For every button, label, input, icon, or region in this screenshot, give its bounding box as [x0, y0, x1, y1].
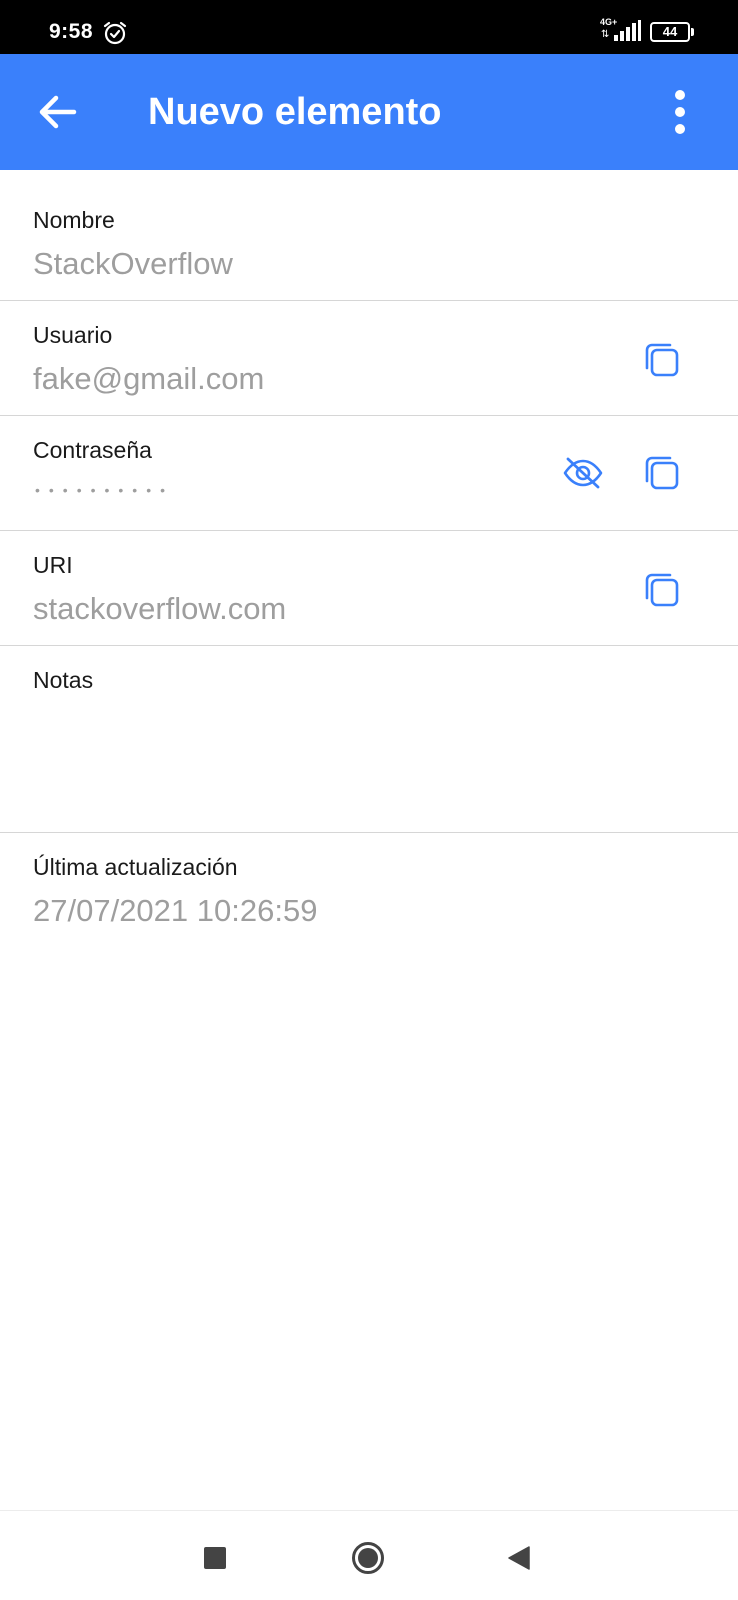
signal-icon: [614, 20, 641, 41]
more-vert-icon: [675, 90, 685, 134]
back-button[interactable]: [28, 82, 88, 142]
page-title: Nuevo elemento: [148, 91, 442, 133]
battery-level: 44: [662, 24, 678, 39]
field-contrasena[interactable]: Contraseña ••••••••••: [0, 416, 738, 531]
field-usuario[interactable]: Usuario fake@gmail.com: [0, 301, 738, 416]
copy-icon: [645, 343, 679, 377]
ultima-actualizacion-value: 27/07/2021 10:26:59: [33, 893, 318, 928]
ultima-actualizacion-label: Última actualización: [33, 854, 238, 880]
field-notas[interactable]: Notas: [0, 646, 738, 833]
contrasena-label: Contraseña: [33, 437, 152, 463]
nombre-label: Nombre: [33, 207, 115, 233]
battery-icon: 44: [650, 22, 694, 42]
uri-label: URI: [33, 552, 73, 578]
field-ultima-actualizacion: Última actualización 27/07/2021 10:26:59: [0, 833, 738, 948]
usuario-value[interactable]: fake@gmail.com: [33, 361, 264, 397]
toggle-password-visibility-button[interactable]: [560, 452, 606, 494]
arrow-back-icon: [39, 95, 77, 129]
system-nav-bar: [0, 1510, 738, 1600]
app-bar: Nuevo elemento: [0, 54, 738, 170]
alarm-icon: [103, 21, 127, 45]
notas-label: Notas: [33, 667, 94, 693]
field-nombre[interactable]: Nombre StackOverflow: [0, 170, 738, 301]
copy-contrasena-button[interactable]: [641, 452, 683, 494]
uri-value[interactable]: stackoverflow.com: [33, 591, 286, 627]
copy-icon: [645, 456, 679, 490]
back-triangle-icon[interactable]: [506, 1545, 532, 1571]
copy-icon: [645, 573, 679, 607]
copy-uri-button[interactable]: [641, 569, 683, 611]
data-arrows-icon: ⇅: [601, 29, 610, 40]
usuario-label: Usuario: [33, 322, 113, 348]
status-time: 9:58: [49, 20, 94, 43]
copy-usuario-button[interactable]: [641, 339, 683, 381]
nombre-value[interactable]: StackOverflow: [33, 246, 233, 282]
more-options-button[interactable]: [660, 82, 700, 142]
battery-tip: [691, 28, 694, 36]
recents-square-icon[interactable]: [204, 1547, 226, 1569]
visibility-off-icon: [563, 457, 603, 489]
status-bar: 9:58 4G+ ⇅ 44: [0, 0, 738, 54]
contrasena-value[interactable]: ••••••••••: [35, 482, 174, 498]
home-circle-icon[interactable]: [351, 1541, 385, 1575]
field-uri[interactable]: URI stackoverflow.com: [0, 531, 738, 646]
